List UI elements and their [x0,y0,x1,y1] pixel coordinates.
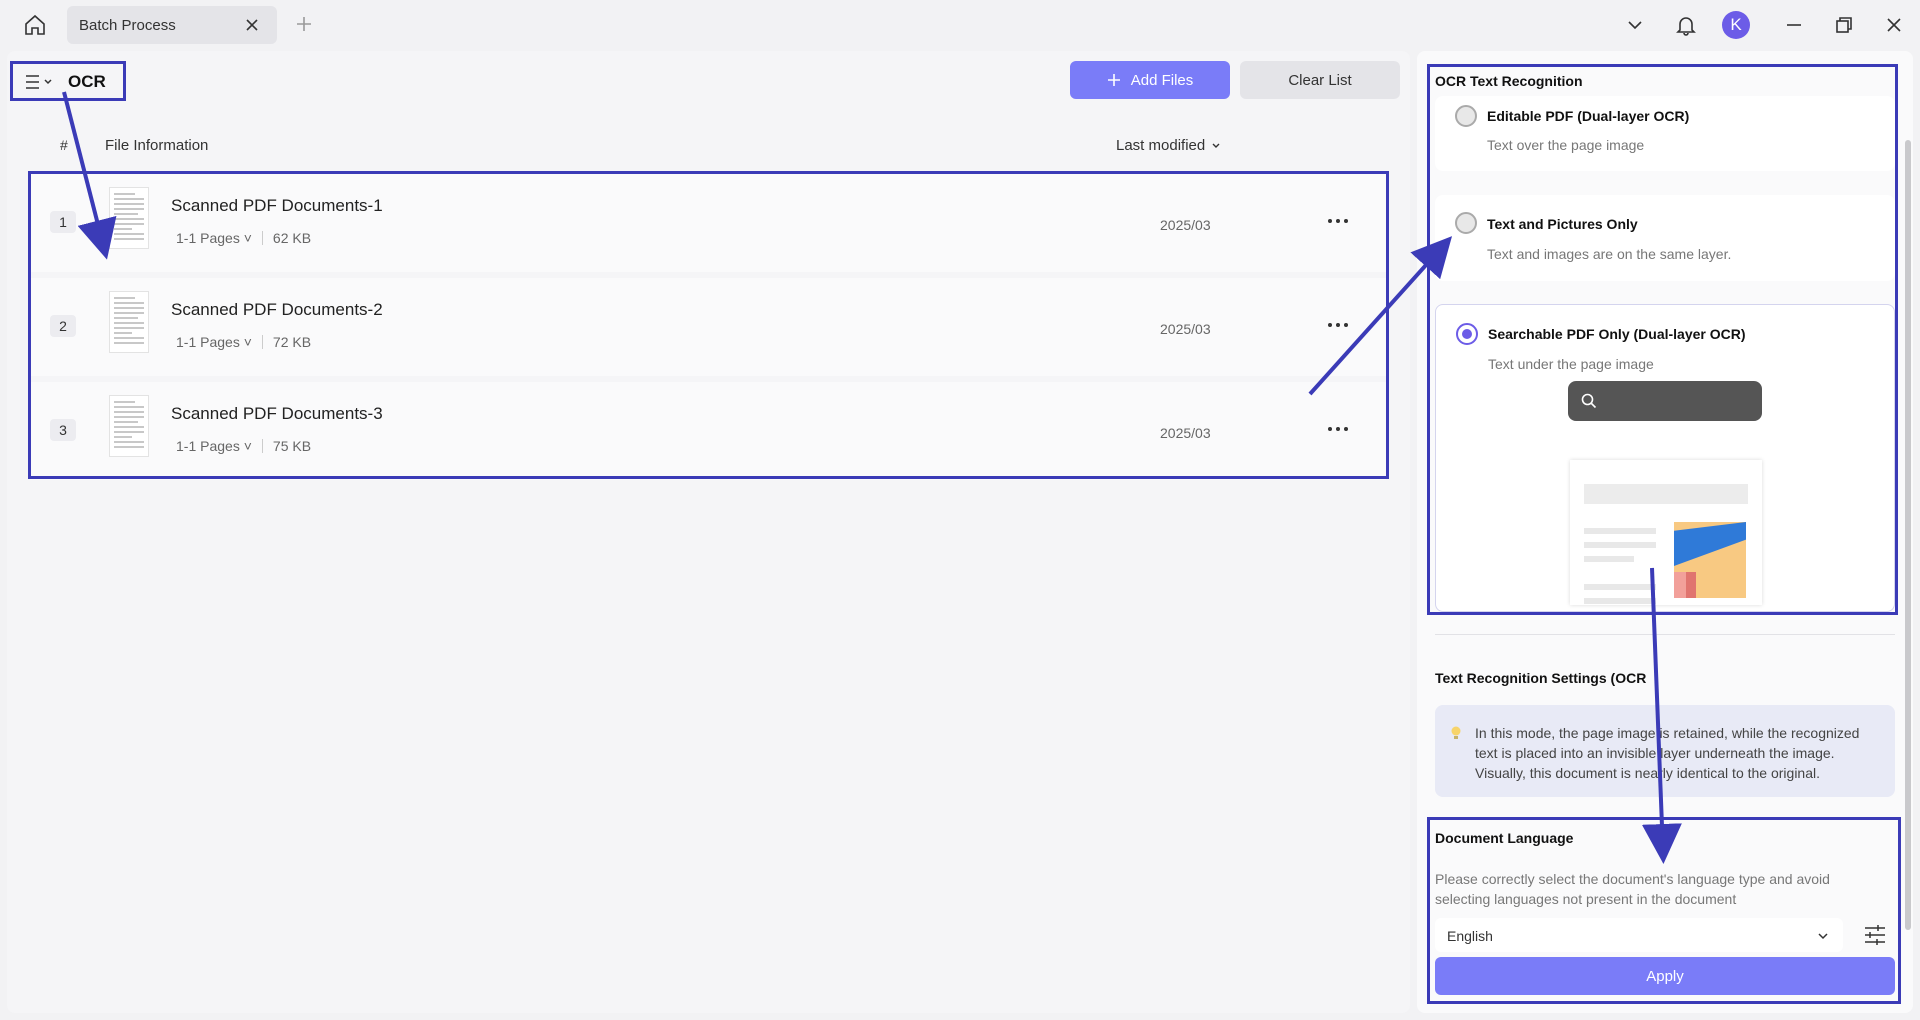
plus-icon[interactable] [294,14,314,34]
bulb-icon [1451,726,1461,739]
avatar[interactable]: K [1722,11,1750,39]
file-thumbnail [109,187,149,249]
option-description: Text under the page image [1488,356,1654,372]
more-icon[interactable] [1328,422,1352,436]
minimize-button[interactable] [1781,12,1807,38]
mode-tip: In this mode, the page image is retained… [1435,705,1895,797]
option-label: Editable PDF (Dual-layer OCR) [1487,108,1690,124]
mode-selector[interactable]: OCR [12,64,126,100]
option-label: Text and Pictures Only [1487,216,1638,232]
settings-sliders-icon[interactable] [1862,922,1888,948]
apply-button[interactable]: Apply [1435,957,1895,995]
search-icon [1581,393,1597,409]
dropdown-button[interactable] [1622,12,1648,38]
preview-search-bar [1568,381,1762,421]
file-size: 62 KB [272,230,312,246]
preview-document-illustration [1570,460,1762,605]
home-icon [25,14,45,35]
settings-title: Text Recognition Settings (OCR [1435,670,1647,686]
file-meta: 1-1 Pages ˅ 62 KB [176,230,311,246]
radio-searchable-pdf[interactable] [1456,323,1478,345]
more-icon[interactable] [1328,214,1352,228]
divider [261,335,263,349]
notifications-button[interactable] [1673,12,1699,38]
chevron-down-icon [1818,933,1828,940]
language-value: English [1447,928,1493,944]
table-row[interactable]: 3 Scanned PDF Documents-3 1-1 Pages ˅ 75… [30,382,1386,480]
page-range-dropdown[interactable]: 1-1 Pages ˅ [176,230,252,246]
section-divider [1435,634,1895,635]
file-meta: 1-1 Pages ˅ 75 KB [176,438,311,454]
tab-label: Batch Process [79,17,176,34]
file-date: 2025/03 [1160,425,1211,441]
row-number: 1 [50,211,76,233]
option-label: Searchable PDF Only (Dual-layer OCR) [1488,326,1746,342]
row-number: 3 [50,419,76,441]
option-description: Text over the page image [1487,137,1645,153]
close-window-button[interactable] [1881,12,1907,38]
menu-icon [26,75,52,89]
option-editable-pdf[interactable]: Editable PDF (Dual-layer OCR) Text over … [1435,96,1895,171]
file-thumbnail [109,395,149,457]
tip-text: In this mode, the page image is retained… [1475,725,1860,781]
language-select[interactable]: English [1435,918,1843,952]
chevron-down-icon [1212,143,1220,148]
clear-list-button[interactable]: Clear List [1240,61,1400,99]
column-header-file-information: File Information [105,137,209,154]
page-range: 1-1 Pages [176,334,240,350]
tab-batch-process[interactable]: Batch Process [67,6,277,44]
panel-scrollbar[interactable] [1905,140,1911,930]
page-range: 1-1 Pages [176,230,240,246]
bell-icon [1676,17,1696,36]
row-number: 2 [50,315,76,337]
chevron-down-icon [1628,21,1642,30]
restore-button[interactable] [1831,12,1857,38]
close-icon[interactable] [243,16,261,34]
radio-text-and-pictures[interactable] [1455,212,1477,234]
add-files-button[interactable]: Add Files [1070,61,1230,99]
file-date: 2025/03 [1160,217,1211,233]
title-bar: Batch Process K [0,0,1920,50]
divider [261,439,263,453]
page-range: 1-1 Pages [176,438,240,454]
sort-label: Last modified [1116,137,1206,154]
table-row[interactable]: 2 Scanned PDF Documents-2 1-1 Pages ˅ 72… [30,278,1386,376]
file-name: Scanned PDF Documents-2 [171,300,383,319]
option-description: Text and images are on the same layer. [1487,246,1732,262]
home-button[interactable] [20,10,50,40]
restore-icon [1836,17,1852,33]
file-name: Scanned PDF Documents-3 [171,404,383,423]
file-date: 2025/03 [1160,321,1211,337]
close-icon [1887,18,1901,32]
plus-icon [1107,74,1120,86]
language-description: Please correctly select the document's l… [1435,871,1830,907]
file-meta: 1-1 Pages ˅ 72 KB [176,334,311,350]
language-title: Document Language [1435,830,1574,846]
minimize-icon [1787,24,1801,26]
page-range-dropdown[interactable]: 1-1 Pages ˅ [176,334,252,350]
file-name: Scanned PDF Documents-1 [171,196,383,215]
more-icon[interactable] [1328,318,1352,332]
column-header-number: # [60,137,68,153]
table-row[interactable]: 1 Scanned PDF Documents-1 1-1 Pages ˅ 62… [30,174,1386,272]
file-thumbnail [109,291,149,353]
add-files-label: Add Files [1130,71,1194,89]
radio-editable-pdf[interactable] [1455,105,1477,127]
column-header-last-modified[interactable]: Last modified [1116,137,1221,154]
file-size: 75 KB [272,438,312,454]
divider [261,231,263,245]
ocr-panel-title: OCR Text Recognition [1435,73,1583,89]
mode-title: OCR [68,72,106,91]
page-range-dropdown[interactable]: 1-1 Pages ˅ [176,438,252,454]
file-size: 72 KB [272,334,312,350]
option-text-and-pictures[interactable]: Text and Pictures Only Text and images a… [1435,195,1895,281]
